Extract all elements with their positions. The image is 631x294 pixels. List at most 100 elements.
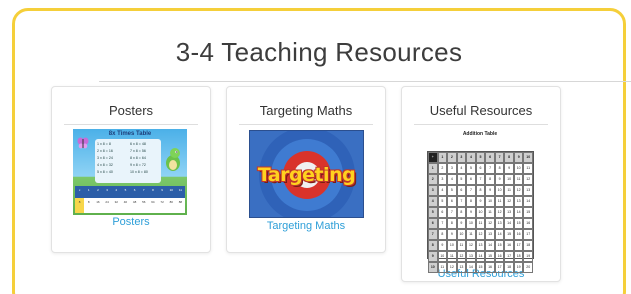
poster-grid-cell bbox=[139, 210, 148, 213]
poster-equation: 1 x 8 = 8 bbox=[97, 142, 111, 146]
poster-grid-cell: 80 bbox=[169, 200, 173, 204]
addition-table-cell: 3 bbox=[456, 152, 467, 163]
addition-table-cell: 9 bbox=[466, 207, 476, 218]
addition-table-cell: 15 bbox=[494, 240, 505, 251]
addition-table-cell: 7 bbox=[447, 207, 457, 218]
poster-grid-cell: 11 bbox=[175, 186, 185, 198]
addition-table-cell: 7 bbox=[437, 218, 448, 229]
addition-table-cell: 8 bbox=[428, 240, 438, 251]
times-table-poster-icon[interactable]: 8x Times Table 1 x 8 = 8 2 x 8 = 16 3 x … bbox=[73, 129, 187, 215]
addition-table-cell: 7 bbox=[485, 163, 495, 174]
addition-table-cell: 12 bbox=[447, 262, 457, 273]
poster-grid-cell: 16 bbox=[96, 200, 100, 204]
poster-grid-cell: 5 bbox=[120, 186, 130, 198]
addition-table-cell: 6 bbox=[485, 152, 495, 163]
addition-table-cell: 11 bbox=[494, 196, 505, 207]
card-title-targeting-maths: Targeting Maths bbox=[259, 103, 353, 118]
addition-table-cell: 4 bbox=[428, 196, 438, 207]
addition-table-cell: 8 bbox=[475, 185, 486, 196]
addition-table-cell: 7 bbox=[428, 229, 438, 240]
addition-table-cell: 9 bbox=[437, 240, 448, 251]
addition-table-cell: 15 bbox=[513, 218, 524, 229]
card-title-posters: Posters bbox=[108, 103, 154, 118]
addition-table-cell: 5 bbox=[437, 196, 448, 207]
poster-grid-cell bbox=[148, 210, 157, 213]
addition-table-cell: 11 bbox=[523, 163, 533, 174]
addition-table-cell: 4 bbox=[456, 163, 467, 174]
poster-equation: 2 x 8 = 16 bbox=[97, 149, 113, 153]
card-title-useful-resources: Useful Resources bbox=[429, 103, 533, 118]
addition-table-cell: 13 bbox=[456, 262, 467, 273]
poster-grid-cell: 64 bbox=[151, 200, 155, 204]
addition-table-cell: 8 bbox=[494, 163, 505, 174]
addition-table-cell: 9 bbox=[456, 218, 467, 229]
addition-table-cell: 13 bbox=[466, 251, 476, 262]
addition-table-cell: 6 bbox=[428, 218, 438, 229]
poster-grid-cell: 4 bbox=[111, 186, 121, 198]
poster-grid-cell: 9 bbox=[157, 186, 167, 198]
addition-table-cell: 20 bbox=[523, 262, 533, 273]
addition-table-cell: 10 bbox=[504, 174, 514, 185]
addition-table-cell: 6 bbox=[466, 174, 476, 185]
addition-table-cell: 11 bbox=[437, 262, 448, 273]
addition-table-cell: 15 bbox=[523, 207, 533, 218]
addition-table-cell: 8 bbox=[485, 174, 495, 185]
poster-grid-cell: 48 bbox=[132, 200, 137, 204]
addition-table-cell: 10 bbox=[475, 207, 486, 218]
addition-table-cell: 8 bbox=[466, 196, 476, 207]
poster-grid-cell bbox=[75, 210, 85, 213]
addition-table-cell: 10 bbox=[494, 185, 505, 196]
targeting-logo-icon[interactable]: Targeting bbox=[249, 130, 364, 218]
addition-table-cell: 15 bbox=[475, 262, 486, 273]
addition-table-cell: 9 bbox=[475, 196, 486, 207]
poster-grid-cell bbox=[121, 210, 130, 213]
posters-link[interactable]: Posters bbox=[52, 216, 210, 228]
addition-table-cell: 14 bbox=[466, 262, 476, 273]
poster-grid-cell: 24 bbox=[105, 200, 109, 204]
addition-table-cell: 16 bbox=[513, 229, 524, 240]
poster-grid-cell: 72 bbox=[160, 200, 164, 204]
addition-table-icon[interactable]: +1 2 3 4 5 6 7 8 9 10 1 2 3 4 5 6 7 8 9 10 11 2 3 4 5 6 7 8 9 10 11 12 3… bbox=[427, 151, 534, 273]
poster-title: 8x Times Table bbox=[108, 131, 152, 137]
addition-table-cell: 2 bbox=[437, 163, 448, 174]
addition-table-cell: 6 bbox=[475, 163, 486, 174]
addition-table-cell: 12 bbox=[456, 251, 467, 262]
addition-table-cell: 13 bbox=[513, 196, 524, 207]
addition-table-cell: 11 bbox=[456, 240, 467, 251]
addition-table-cell: 14 bbox=[523, 196, 533, 207]
card-divider bbox=[239, 124, 373, 125]
addition-table-cell: 16 bbox=[485, 262, 495, 273]
addition-table-cell: 18 bbox=[504, 262, 514, 273]
poster-equation: 6 x 8 = 48 bbox=[130, 142, 146, 146]
poster-grid-cell: 32 bbox=[114, 200, 118, 204]
poster-equation: 10 x 8 = 80 bbox=[130, 170, 148, 174]
addition-table-cell: 7 bbox=[466, 185, 476, 196]
addition-table-cell: 16 bbox=[494, 251, 505, 262]
page-title: 3-4 Teaching Resources bbox=[175, 37, 463, 67]
addition-table-cell: 14 bbox=[513, 207, 524, 218]
poster-grid-cell: 10 bbox=[166, 186, 176, 198]
targeting-maths-link[interactable]: Targeting Maths bbox=[227, 220, 385, 232]
addition-table-cell: 14 bbox=[504, 218, 514, 229]
addition-table-cell: 9 bbox=[504, 163, 514, 174]
poster-grid-cell: 8 bbox=[87, 200, 90, 204]
addition-table-cell: 11 bbox=[485, 207, 495, 218]
addition-table-cell: 3 bbox=[428, 185, 438, 196]
poster-grid-cell bbox=[93, 210, 102, 213]
targeting-word: Targeting bbox=[257, 164, 356, 186]
poster-equation: 8 x 8 = 64 bbox=[130, 156, 146, 160]
addition-table-cell: 10 bbox=[437, 251, 448, 262]
addition-table-cell: 19 bbox=[513, 262, 524, 273]
poster-equation: 3 x 8 = 24 bbox=[97, 156, 113, 160]
addition-table-cell: 14 bbox=[494, 229, 505, 240]
addition-table-title: Addition Table bbox=[462, 131, 498, 137]
addition-table-cell: 18 bbox=[523, 240, 533, 251]
addition-table-cell: 8 bbox=[447, 218, 457, 229]
poster-grid-cell bbox=[103, 210, 112, 213]
addition-table-cell: 5 bbox=[447, 185, 457, 196]
addition-table-cell: 8 bbox=[437, 229, 448, 240]
poster-grid-cell: 8 bbox=[75, 198, 85, 210]
addition-table-cell: 11 bbox=[466, 229, 476, 240]
poster-grid-cell: 1 bbox=[84, 186, 94, 198]
addition-table-cell: 8 bbox=[456, 207, 467, 218]
